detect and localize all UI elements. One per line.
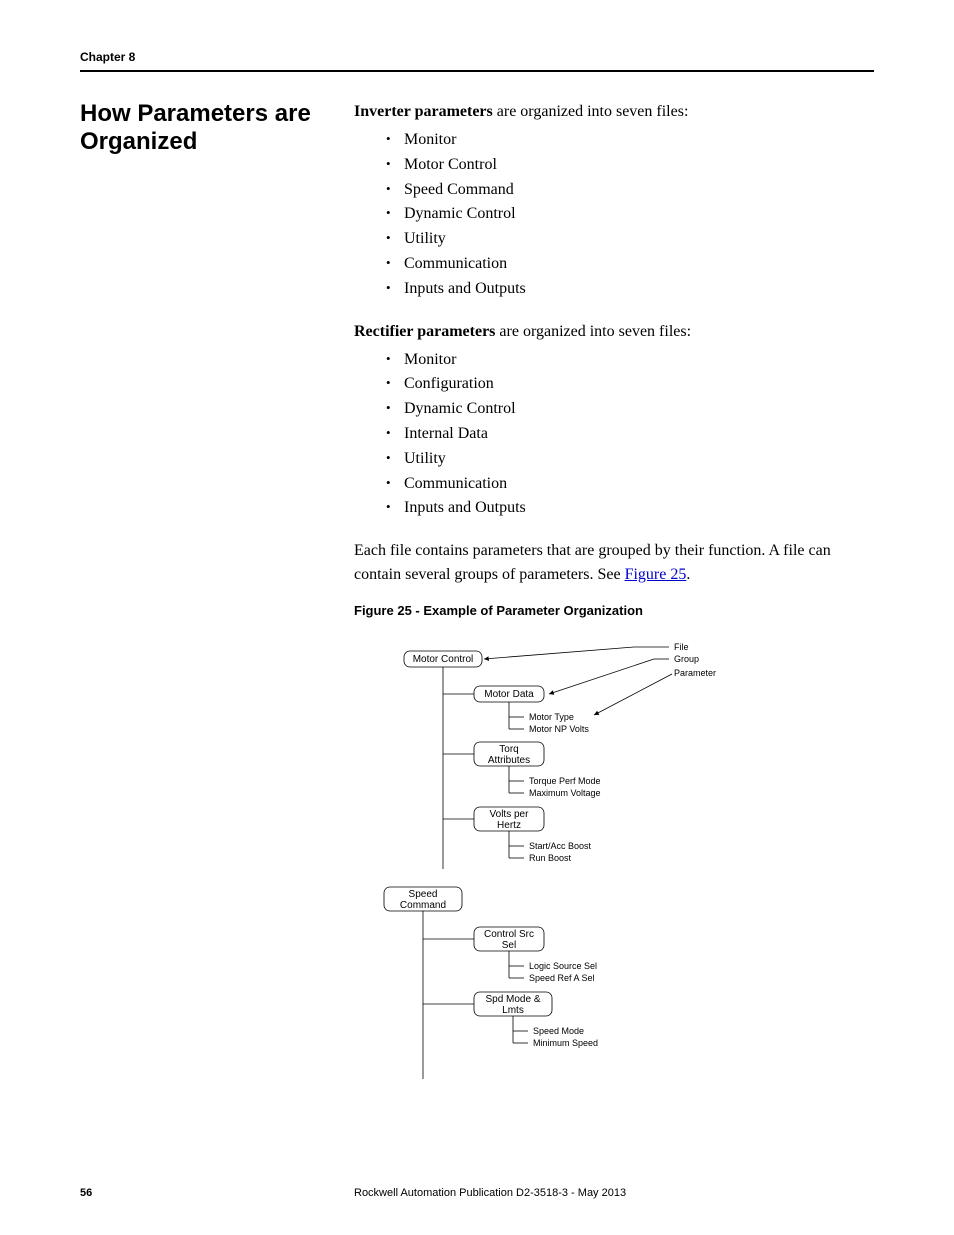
svg-text:Speed: Speed	[409, 889, 438, 900]
inverter-intro-rest: are organized into seven files:	[493, 103, 689, 120]
list-item: Monitor	[386, 128, 874, 153]
param-node: Speed Ref A Sel	[529, 973, 595, 983]
publication-info: Rockwell Automation Publication D2-3518-…	[330, 1187, 874, 1199]
svg-text:Sel: Sel	[502, 940, 516, 951]
list-item: Configuration	[386, 372, 874, 397]
param-node: Minimum Speed	[533, 1038, 598, 1048]
svg-text:Hertz: Hertz	[497, 820, 521, 831]
inverter-intro: Inverter parameters are organized into s…	[354, 100, 874, 124]
closing-paragraph: Each file contains parameters that are g…	[354, 539, 874, 587]
svg-text:Spd Mode &: Spd Mode &	[485, 994, 540, 1005]
legend-file: File	[674, 642, 689, 652]
section-title: How Parameters are Organized	[80, 100, 330, 155]
list-item: Utility	[386, 227, 874, 252]
page-number: 56	[80, 1187, 330, 1199]
parameter-organization-diagram: File Group Parameter Motor Control Motor…	[374, 639, 874, 1109]
main-content: How Parameters are Organized Inverter pa…	[80, 100, 874, 1109]
page-footer: 56 Rockwell Automation Publication D2-35…	[80, 1187, 874, 1199]
header-rule	[80, 70, 874, 72]
list-item: Inputs and Outputs	[386, 496, 874, 521]
svg-text:Attributes: Attributes	[488, 755, 530, 766]
list-item: Communication	[386, 472, 874, 497]
param-node: Motor Type	[529, 712, 574, 722]
param-node: Logic Source Sel	[529, 961, 597, 971]
param-node: Start/Acc Boost	[529, 841, 592, 851]
param-node: Run Boost	[529, 853, 572, 863]
group-node: Motor Data	[484, 689, 534, 700]
list-item: Dynamic Control	[386, 397, 874, 422]
closing-before: Each file contains parameters that are g…	[354, 542, 831, 583]
rectifier-intro: Rectifier parameters are organized into …	[354, 320, 874, 344]
svg-text:Torq: Torq	[499, 744, 518, 755]
svg-text:Command: Command	[400, 900, 446, 911]
list-item: Inputs and Outputs	[386, 277, 874, 302]
file-node: Motor Control	[413, 654, 474, 665]
list-item: Motor Control	[386, 153, 874, 178]
closing-after: .	[686, 566, 690, 583]
param-node: Torque Perf Mode	[529, 776, 601, 786]
list-item: Speed Command	[386, 178, 874, 203]
param-node: Maximum Voltage	[529, 788, 601, 798]
rectifier-intro-rest: are organized into seven files:	[495, 323, 691, 340]
list-item: Communication	[386, 252, 874, 277]
chapter-label: Chapter 8	[80, 50, 874, 64]
left-column: How Parameters are Organized	[80, 100, 330, 1109]
legend-group: Group	[674, 654, 699, 664]
figure-caption: Figure 25 - Example of Parameter Organiz…	[354, 601, 874, 621]
svg-text:Volts per: Volts per	[490, 809, 530, 820]
figure-link[interactable]: Figure 25	[625, 566, 687, 583]
inverter-list: Monitor Motor Control Speed Command Dyna…	[354, 128, 874, 302]
svg-text:Control Src: Control Src	[484, 929, 534, 940]
rectifier-intro-bold: Rectifier parameters	[354, 323, 495, 340]
list-item: Utility	[386, 447, 874, 472]
right-column: Inverter parameters are organized into s…	[354, 100, 874, 1109]
list-item: Monitor	[386, 348, 874, 373]
svg-text:Lmts: Lmts	[502, 1005, 524, 1016]
param-node: Speed Mode	[533, 1026, 584, 1036]
diagram-svg: File Group Parameter Motor Control Motor…	[374, 639, 734, 1109]
list-item: Internal Data	[386, 422, 874, 447]
rectifier-list: Monitor Configuration Dynamic Control In…	[354, 348, 874, 522]
legend-parameter: Parameter	[674, 668, 716, 678]
inverter-intro-bold: Inverter parameters	[354, 103, 493, 120]
param-node: Motor NP Volts	[529, 724, 589, 734]
list-item: Dynamic Control	[386, 202, 874, 227]
